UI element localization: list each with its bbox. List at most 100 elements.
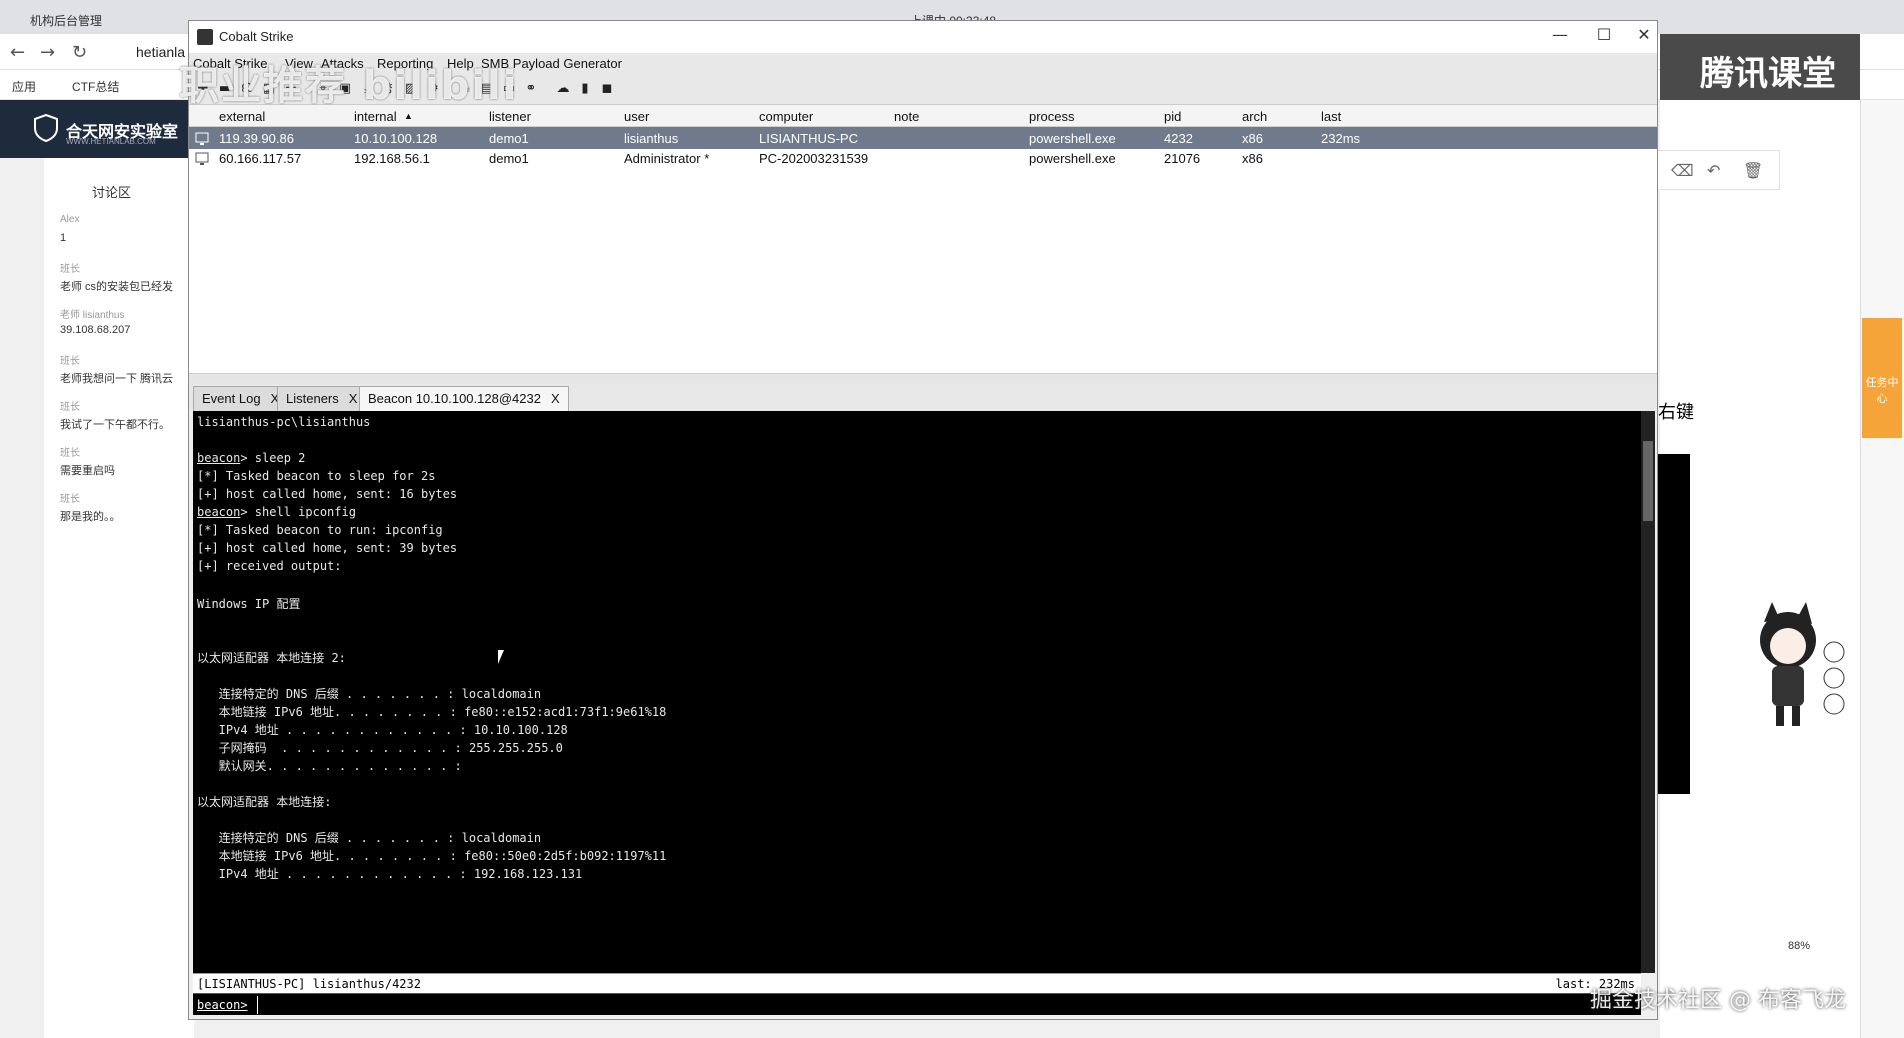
- console-text: > shell ipconfig: [240, 505, 356, 519]
- bookmark-ctf[interactable]: CTF总结: [72, 78, 119, 95]
- console-text: [+] received output:: [197, 559, 342, 573]
- console-line: 子网掩码 . . . . . . . . . . . . : 255.255.2…: [197, 739, 563, 756]
- console-prompt: beacon: [197, 451, 241, 465]
- console-text: > sleep 2: [240, 451, 306, 465]
- tab-listeners[interactable]: Listeners X: [277, 386, 367, 411]
- console-text: [*] Tasked beacon to sleep for 2s: [197, 469, 436, 483]
- column-header-user[interactable]: user: [624, 109, 649, 124]
- cell-process: powershell.exe: [1029, 151, 1116, 166]
- console-text: [*] Tasked beacon to run: ipconfig: [197, 523, 443, 537]
- console-line: 本地链接 IPv6 地址. . . . . . . . : fe80::50e0…: [197, 847, 667, 864]
- column-header-listener[interactable]: listener: [489, 109, 531, 124]
- pane-splitter[interactable]: [189, 373, 1657, 383]
- status-session: [LISIANTHUS-PC] lisianthus/4232: [197, 977, 421, 991]
- link-icon[interactable]: ⚭: [523, 81, 539, 97]
- task-center-tab[interactable]: 任务中心: [1862, 318, 1902, 438]
- cell-pid: 4232: [1164, 131, 1193, 146]
- chat-author: 班长: [60, 402, 80, 413]
- cloud-icon[interactable]: ☁: [555, 81, 571, 97]
- cell-process: powershell.exe: [1029, 131, 1116, 146]
- maximize-button[interactable]: ☐: [1589, 25, 1619, 49]
- site-logo-sub: WWW.HETIANLAB.COM: [66, 137, 156, 146]
- cell-last: 232ms: [1321, 131, 1361, 146]
- tab-label: Listeners: [286, 391, 339, 406]
- tencent-classroom-banner: 腾讯课堂: [1660, 34, 1860, 100]
- undo-icon[interactable]: ↶: [1707, 161, 1720, 180]
- cube-icon[interactable]: ◼: [599, 81, 615, 97]
- column-header-external[interactable]: external: [219, 109, 265, 124]
- column-header-computer[interactable]: computer: [759, 109, 813, 124]
- cell-computer: PC-202003231539: [759, 151, 869, 166]
- console-line: Windows IP 配置: [197, 595, 300, 612]
- cell-internal: 192.168.56.1: [354, 151, 430, 166]
- close-button[interactable]: ✕: [1629, 25, 1659, 49]
- session-table-header: external internal ▲ listener user computer not…: [189, 105, 1657, 127]
- console-line: lisianthus-pc\lisianthus: [197, 415, 370, 429]
- bookmark-apps[interactable]: 应用: [12, 78, 36, 95]
- computer-session-icon: [195, 151, 211, 165]
- console-text: 本地链接 IPv6 地址. . . . . . . . : fe80::50e0…: [197, 849, 667, 863]
- console-line: 连接特定的 DNS 后缀 . . . . . . . : localdomain: [197, 829, 541, 846]
- reload-icon[interactable]: ↻: [72, 42, 87, 63]
- console-line: 以太网适配器 本地连接 2:: [197, 649, 346, 666]
- beacon-console[interactable]: lisianthus-pc\lisianthus beacon> sleep 2 […: [193, 411, 1641, 973]
- forward-icon[interactable]: →: [40, 42, 55, 63]
- console-line: 以太网适配器 本地连接:: [197, 793, 331, 810]
- column-header-note[interactable]: note: [894, 109, 919, 124]
- window-title: Cobalt Strike: [219, 29, 294, 44]
- console-line: 连接特定的 DNS 后缀 . . . . . . . : localdomain: [197, 685, 541, 702]
- zoom-level: 88%: [1788, 940, 1811, 952]
- cell-computer: LISIANTHUS-PC: [759, 131, 858, 146]
- column-header-last[interactable]: last: [1321, 109, 1341, 124]
- console-text: 以太网适配器 本地连接:: [197, 795, 332, 809]
- session-row[interactable]: 119.39.90.86 10.10.100.128 demo1 lisianthus…: [189, 127, 1657, 149]
- console-text: 连接特定的 DNS 后缀 . . . . . . . : localdomain: [197, 831, 542, 845]
- back-icon[interactable]: ←: [10, 42, 25, 63]
- trash-icon[interactable]: 🗑: [1743, 161, 1763, 180]
- tab-label: Event Log: [202, 391, 261, 406]
- tab-event-log[interactable]: Event Log X: [193, 386, 289, 411]
- chat-message: 我试了一下午都不行。: [60, 419, 170, 431]
- console-scrollbar[interactable]: [1641, 411, 1655, 973]
- console-line: [*] Tasked beacon to run: ipconfig: [197, 523, 443, 537]
- address-bar[interactable]: hetianla: [136, 44, 185, 60]
- site-header: 合天网安实验室 WWW.HETIANLAB.COM: [0, 100, 200, 158]
- chat-message: 老师我想问一下 腾讯云: [60, 373, 174, 385]
- column-header-pid[interactable]: pid: [1164, 109, 1181, 124]
- tab-close-icon[interactable]: X: [551, 391, 560, 406]
- tab-close-icon[interactable]: X: [349, 391, 358, 406]
- console-line: 本地链接 IPv6 地址. . . . . . . . : fe80::e152…: [197, 703, 667, 720]
- console-text: 子网掩码 . . . . . . . . . . . . : 255.255.2…: [197, 741, 563, 755]
- tab-bar: Event Log X Listeners X Beacon 10.10.100.1…: [189, 383, 1657, 411]
- chat-message: 39.108.68.207: [60, 324, 131, 336]
- cell-user: Administrator *: [624, 151, 710, 166]
- console-text: lisianthus-pc\lisianthus: [197, 415, 371, 429]
- session-row[interactable]: 60.166.117.57 192.168.56.1 demo1 Administra…: [189, 147, 1657, 169]
- console-text: Windows IP 配置: [197, 597, 301, 611]
- console-text: [+] host called home, sent: 39 bytes: [197, 541, 458, 555]
- eraser-icon[interactable]: ⌫: [1671, 161, 1694, 180]
- console-text: IPv4 地址 . . . . . . . . . . . . : 192.16…: [197, 867, 583, 881]
- computer-session-icon: [195, 131, 211, 145]
- window-titlebar[interactable]: Cobalt Strike — ☐ ✕: [189, 21, 1657, 53]
- tab-beacon[interactable]: Beacon 10.10.100.128@4232 X: [359, 386, 569, 411]
- minimize-button[interactable]: —: [1545, 25, 1575, 49]
- chat-title: 讨论区: [92, 185, 132, 200]
- watermark-top: 职业推荐 bilibili: [179, 63, 519, 109]
- chat-author: 班长: [60, 356, 80, 367]
- chat-author: 老师 lisianthus: [60, 310, 125, 321]
- beacon-status-bar: [LISIANTHUS-PC] lisianthus/4232 last: 23…: [193, 973, 1641, 993]
- browser-tab-admin[interactable]: 机构后台管理: [20, 6, 112, 34]
- console-line: [+] host called home, sent: 39 bytes: [197, 541, 457, 555]
- cell-arch: x86: [1242, 131, 1263, 146]
- scrollbar-thumb[interactable]: [1643, 441, 1653, 521]
- cell-listener: demo1: [489, 131, 529, 146]
- browser-tab-label: 机构后台管理: [30, 14, 103, 28]
- column-header-arch[interactable]: arch: [1242, 109, 1267, 124]
- right-dark-panel: [1656, 454, 1690, 794]
- cobalt-strike-window: Cobalt Strike — ☐ ✕ Cobalt Strike View A…: [179, 20, 1658, 1020]
- column-header-process[interactable]: process: [1029, 109, 1075, 124]
- command-input[interactable]: [257, 996, 1637, 1014]
- book-icon[interactable]: ▮: [577, 81, 593, 97]
- column-header-internal[interactable]: internal: [354, 109, 397, 124]
